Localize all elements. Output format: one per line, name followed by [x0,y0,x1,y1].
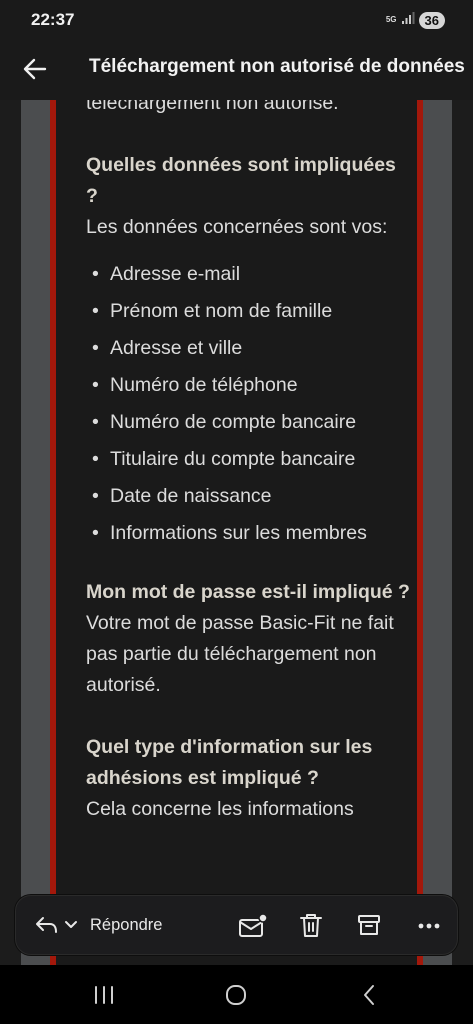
delete-button[interactable] [296,910,326,940]
home-button[interactable] [216,981,256,1009]
list-item: Prénom et nom de famille [86,293,411,330]
chevron-down-icon [65,921,77,928]
system-back-button[interactable] [349,981,389,1009]
list-item: Adresse e-mail [86,256,411,293]
battery-indicator: 36 [418,11,445,29]
chevron-left-icon [364,985,374,1005]
email-margin-right [423,100,452,965]
status-bar: 22:37 5G 36 [0,0,473,40]
section-text-data: Les données concernées sont vos: [86,216,388,238]
email-body: téléchargement non autorisé. Quelles don… [86,100,411,825]
list-item: Date de naissance [86,478,411,515]
list-item: Numéro de compte bancaire [86,404,411,441]
email-margin-left [21,100,50,965]
status-time: 22:37 [31,10,75,29]
section-text-membership: Cela concerne les informations [86,798,354,820]
trash-icon [300,914,322,937]
list-item: Titulaire du compte bancaire [86,441,411,478]
reply-toolbar: Répondre [15,895,458,955]
back-button[interactable] [18,52,52,86]
list-item: Numéro de téléphone [86,367,411,404]
app-bar: Téléchargement non autorisé de données [0,40,473,100]
data-items-list: Adresse e-mail Prénom et nom de famille … [86,256,411,552]
list-item: Informations sur les membres [86,515,411,552]
system-navigation-bar [0,965,473,1024]
more-options-button[interactable] [414,911,444,941]
new-mail-button[interactable] [236,911,270,941]
home-icon [226,985,246,1005]
message-subject: Téléchargement non autorisé de données [89,56,465,77]
signal-icon [401,11,415,30]
section-title-password: Mon mot de passe est-il impliqué ? [86,581,410,603]
reply-icon [36,917,57,933]
recent-apps-button[interactable] [84,981,124,1009]
section-text-password: Votre mot de passe Basic-Fit ne fait pas… [86,612,394,696]
new-mail-icon [239,913,268,937]
archive-button[interactable] [354,910,384,940]
recent-apps-icon [95,986,113,1004]
reply-options-button[interactable] [62,915,80,935]
network-type-label: 5G [385,15,397,24]
archive-icon [358,915,380,935]
more-icon [418,923,440,929]
status-icons: 5G 36 [386,10,445,30]
email-content[interactable]: téléchargement non autorisé. Quelles don… [0,100,473,965]
section-title-membership: Quel type d'information sur les adhésion… [86,736,373,789]
arrow-left-icon [23,58,47,80]
section-title-data: Quelles données sont impliquées ? [86,154,396,207]
reply-button[interactable] [34,912,60,938]
lead-fragment: téléchargement non autorisé. [86,100,339,114]
reply-label[interactable]: Répondre [90,916,162,935]
list-item: Adresse et ville [86,330,411,367]
